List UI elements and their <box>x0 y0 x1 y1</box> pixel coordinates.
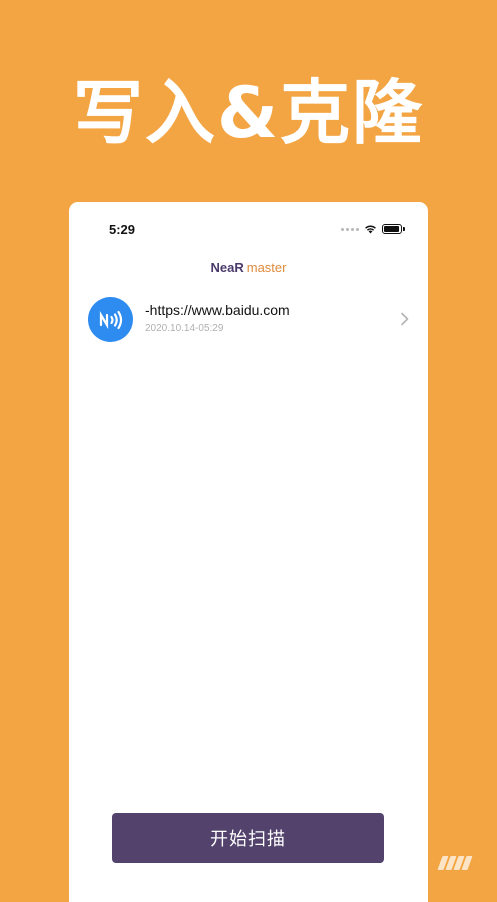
logo-sub: master <box>246 260 287 275</box>
status-time: 5:29 <box>109 222 136 237</box>
logo-brand: NeaR <box>210 260 244 275</box>
sparkle-decoration <box>437 856 473 870</box>
nfc-icon <box>88 297 133 342</box>
signal-icon <box>341 227 359 231</box>
phone-screen: 5:29 NeaR master -https://www.baidu.com … <box>69 202 428 902</box>
start-scan-button[interactable]: 开始扫描 <box>112 813 384 863</box>
promo-headline: 写入&克隆 <box>72 72 425 154</box>
status-icons <box>341 224 405 234</box>
wifi-icon <box>365 225 376 234</box>
status-bar: 5:29 <box>69 202 428 242</box>
list-item[interactable]: -https://www.baidu.com 2020.10.14-05:29 <box>88 297 410 343</box>
record-title: -https://www.baidu.com <box>145 302 290 318</box>
app-logo: NeaR master <box>69 260 428 275</box>
chevron-right-icon <box>401 312 409 326</box>
battery-icon <box>382 224 405 234</box>
record-timestamp: 2020.10.14-05:29 <box>145 323 224 334</box>
